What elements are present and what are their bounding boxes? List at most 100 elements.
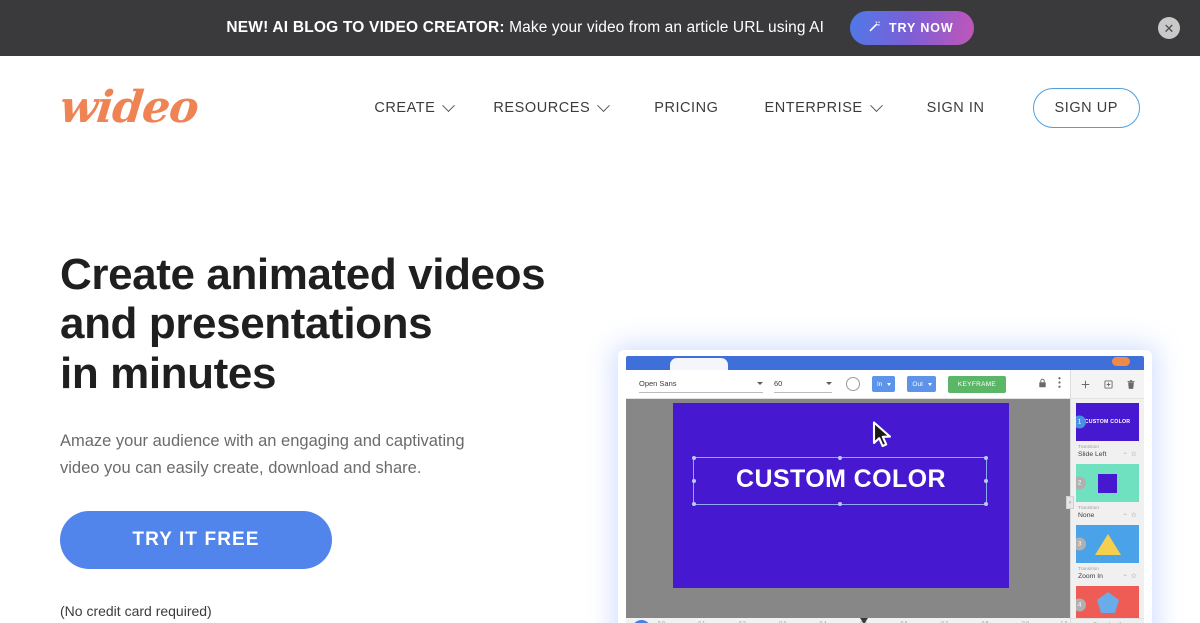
chevron-down-icon <box>887 383 891 386</box>
chevron-down-icon <box>757 382 763 385</box>
scene-transition-3: Transition Zoom In − ☆ <box>1076 566 1139 586</box>
close-icon[interactable]: ✕ <box>1158 17 1180 39</box>
font-size-value: 60 <box>774 379 820 388</box>
animation-out-dropdown[interactable]: Out <box>907 376 935 392</box>
transition-dash-icon: − <box>1123 451 1127 457</box>
hero-copy: Create animated videos and presentations… <box>60 160 600 623</box>
chevron-right-icon[interactable]: › <box>1066 496 1074 509</box>
nav-item-pricing[interactable]: PRICING <box>628 100 744 116</box>
title-line-3: in minutes <box>60 349 600 398</box>
no-credit-card-note: (No credit card required) <box>60 603 600 619</box>
font-family-value: Open Sans <box>639 379 751 388</box>
resize-handle-br[interactable] <box>984 502 988 506</box>
font-family-select[interactable]: Open Sans <box>639 375 763 393</box>
app-accent-dot <box>1112 357 1130 366</box>
subtitle-line-1: Amaze your audience with an engaging and… <box>60 428 600 455</box>
chevron-down-icon <box>443 99 456 112</box>
nav-item-create[interactable]: CREATE <box>354 100 473 116</box>
favorite-star-icon[interactable]: ☆ <box>1131 511 1137 519</box>
timeline-playhead[interactable] <box>864 619 865 623</box>
resize-handle-tl[interactable] <box>692 456 696 460</box>
transition-dash-icon: − <box>1123 512 1127 518</box>
page-title: Create animated videos and presentations… <box>60 250 600 398</box>
transition-label: Transition <box>1078 566 1137 571</box>
transition-dash-icon: − <box>1123 573 1127 579</box>
scene-thumbnail-list: 1 CUSTOM COLOR Transition Slide Left − ☆ <box>1071 399 1144 623</box>
editor-toolbar: Open Sans 60 In Out KEYFRAME <box>626 370 1070 399</box>
product-screenshot: Open Sans 60 In Out KEYFRAME <box>626 356 1144 623</box>
title-line-1: Create animated videos <box>60 250 600 299</box>
try-now-button[interactable]: TRY NOW <box>850 11 974 45</box>
site-header: wideo CREATE RESOURCES PRICING ENTERPRIS… <box>0 56 1200 160</box>
nav-item-enterprise[interactable]: ENTERPRISE <box>745 100 901 116</box>
scene-thumbnail-1[interactable]: 1 CUSTOM COLOR <box>1076 403 1139 441</box>
animation-out-label: Out <box>912 381 922 388</box>
animation-in-dropdown[interactable]: In <box>872 376 895 392</box>
trash-icon[interactable] <box>1127 380 1135 389</box>
try-now-label: TRY NOW <box>889 21 954 35</box>
nav-item-resources[interactable]: RESOURCES <box>473 100 628 116</box>
hero-section: Create animated videos and presentations… <box>0 160 1200 623</box>
scene-number-1: 1 <box>1076 416 1086 429</box>
editor-timeline[interactable]: 0.0 0.1 0.2 0.3 0.4 0.5 0.6 0.7 0.8 0.9 … <box>626 618 1070 623</box>
sign-up-button[interactable]: SIGN UP <box>1033 88 1140 128</box>
chevron-down-icon <box>928 383 932 386</box>
plus-icon[interactable] <box>1081 380 1090 389</box>
chevron-down-icon <box>597 99 610 112</box>
canvas-text-element[interactable]: CUSTOM COLOR <box>685 467 997 492</box>
animation-in-label: In <box>877 381 882 388</box>
scene-panel-toolbar <box>1071 370 1144 399</box>
resize-handle-tc[interactable] <box>838 456 842 460</box>
scene-caption-1: CUSTOM COLOR <box>1085 419 1131 425</box>
scene-thumbnail-2[interactable]: 2 <box>1076 464 1139 502</box>
transition-value-3[interactable]: Zoom In <box>1078 573 1123 580</box>
nav-label-resources: RESOURCES <box>493 100 590 116</box>
scene-number-2: 2 <box>1076 477 1086 490</box>
hero-subtitle: Amaze your audience with an engaging and… <box>60 428 600 481</box>
main-navigation: CREATE RESOURCES PRICING ENTERPRISE SIGN… <box>354 88 1140 128</box>
scene-transition-1: Transition Slide Left − ☆ <box>1076 444 1139 464</box>
subtitle-line-2: video you can easily create, download an… <box>60 455 600 482</box>
wideo-editor-preview: Open Sans 60 In Out KEYFRAME <box>626 356 1144 623</box>
promo-subtext: Make your video from an article URL usin… <box>505 19 824 36</box>
scene-number-4: 4 <box>1076 599 1086 612</box>
title-line-2: and presentations <box>60 299 600 348</box>
chevron-down-icon <box>826 382 832 385</box>
promo-text: NEW! AI BLOG TO VIDEO CREATOR: Make your… <box>226 19 824 37</box>
toolbar-right-tools <box>1038 375 1070 393</box>
try-it-free-button[interactable]: TRY IT FREE <box>60 511 332 569</box>
editor-canvas-stage[interactable]: CUSTOM COLOR <box>626 399 1070 618</box>
font-size-select[interactable]: 60 <box>774 375 832 393</box>
scene-shape-pentagon <box>1096 591 1120 619</box>
transition-label: Transition <box>1078 505 1137 510</box>
duplicate-icon[interactable] <box>1104 380 1113 389</box>
favorite-star-icon[interactable]: ☆ <box>1131 450 1137 458</box>
nav-label-create: CREATE <box>374 100 435 116</box>
scene-shape-triangle <box>1095 534 1121 555</box>
magic-wand-icon <box>867 20 881 37</box>
canvas-slide[interactable]: CUSTOM COLOR <box>673 403 1009 588</box>
chevron-down-icon <box>870 99 883 112</box>
resize-handle-bl[interactable] <box>692 502 696 506</box>
more-vertical-icon[interactable] <box>1058 375 1061 393</box>
lock-icon[interactable] <box>1038 375 1047 393</box>
close-glyph: ✕ <box>1164 22 1175 35</box>
nav-label-pricing: PRICING <box>654 100 718 116</box>
keyframe-button[interactable]: KEYFRAME <box>948 376 1006 393</box>
transition-label: Transition <box>1078 444 1137 449</box>
wideo-logo[interactable]: wideo <box>58 86 200 130</box>
scene-panel: 1 CUSTOM COLOR Transition Slide Left − ☆ <box>1070 370 1144 623</box>
transition-value-1[interactable]: Slide Left <box>1078 451 1123 458</box>
nav-item-sign-in[interactable]: SIGN IN <box>901 100 1011 116</box>
text-color-picker[interactable] <box>846 377 860 391</box>
resize-handle-tr[interactable] <box>984 456 988 460</box>
scene-number-3: 3 <box>1076 538 1086 551</box>
app-chrome-bar <box>626 356 1144 370</box>
scene-length-control[interactable]: Scene length 0:01 ▲▼ <box>1071 618 1144 623</box>
scene-shape-square <box>1098 474 1117 493</box>
scene-thumbnail-3[interactable]: 3 <box>1076 525 1139 563</box>
resize-handle-bc[interactable] <box>838 502 842 506</box>
favorite-star-icon[interactable]: ☆ <box>1131 572 1137 580</box>
transition-value-2[interactable]: None <box>1078 512 1123 519</box>
scene-transition-2: Transition None − ☆ <box>1076 505 1139 525</box>
